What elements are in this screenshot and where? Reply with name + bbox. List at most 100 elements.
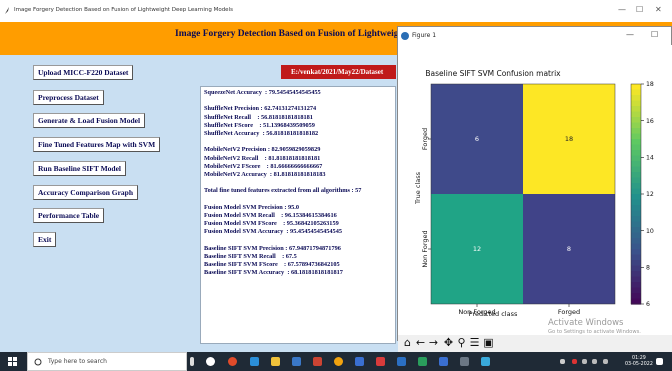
- app-feather-icon: [5, 7, 9, 14]
- colorbar-segment: [631, 172, 641, 179]
- network-icon[interactable]: [582, 359, 587, 364]
- figure-title: Figure 1: [412, 32, 437, 39]
- figure-toolbar: ⌂ ← → ✥ ⚲ ☰ ▣: [398, 335, 672, 352]
- colorbar-segment: [631, 216, 641, 223]
- preprocess-dataset-button[interactable]: Preprocess Dataset: [33, 90, 104, 105]
- colorbar-segment: [631, 205, 641, 212]
- colorbar-segment: [631, 133, 641, 140]
- colorbar-segment: [631, 276, 641, 283]
- file-explorer-icon[interactable]: [271, 357, 280, 366]
- colorbar-segment: [631, 254, 641, 261]
- tray-chevron-icon[interactable]: [560, 359, 565, 364]
- run-baseline-sift-button[interactable]: Run Baseline SIFT Model: [33, 161, 127, 176]
- colorbar-segment: [631, 139, 641, 146]
- volume-icon[interactable]: [592, 359, 597, 364]
- app-icon-2[interactable]: [355, 357, 364, 366]
- watermark-line2: Go to Settings to activate Windows.: [548, 329, 641, 335]
- fine-tuned-features-svm-button[interactable]: Fine Tuned Features Map with SVM: [33, 137, 161, 152]
- tray-app-icon[interactable]: [572, 359, 577, 364]
- cell-value-label: 18: [565, 135, 573, 143]
- pan-icon[interactable]: ✥: [442, 336, 455, 349]
- cell-value-label: 6: [475, 135, 479, 143]
- colorbar-segment: [631, 271, 641, 278]
- performance-table-button[interactable]: Performance Table: [33, 208, 105, 223]
- taskbar-search-input[interactable]: Type here to search: [27, 352, 187, 371]
- maximize-button[interactable]: ☐: [636, 5, 643, 14]
- colorbar-segment: [631, 84, 641, 91]
- search-placeholder: Type here to search: [48, 358, 107, 365]
- upload-dataset-button[interactable]: Upload MICC-F220 Dataset: [33, 65, 134, 80]
- python-icon[interactable]: [481, 357, 490, 366]
- chrome-icon[interactable]: [334, 357, 343, 366]
- colorbar-segment: [631, 100, 641, 107]
- app-icon-4[interactable]: [460, 357, 469, 366]
- forward-icon[interactable]: →: [427, 336, 440, 349]
- figure-maximize-button[interactable]: ☐: [651, 30, 658, 39]
- word-icon[interactable]: [397, 357, 406, 366]
- cell-value-label: 8: [567, 245, 571, 253]
- app-icon-1[interactable]: [313, 357, 322, 366]
- opera-icon[interactable]: [228, 357, 237, 366]
- results-text-area[interactable]: SqueezeNet Accuracy : 79.54545454545455 …: [200, 86, 396, 344]
- colorbar-tick-label: 10: [646, 228, 654, 235]
- watermark-line1: Activate Windows: [548, 318, 624, 328]
- y-tick-label: Forged: [421, 128, 429, 150]
- dataset-path-label: E:/venkat/2021/May22/Dataset: [281, 65, 396, 79]
- colorbar-segment: [631, 89, 641, 96]
- exit-button[interactable]: Exit: [33, 232, 57, 247]
- colorbar-segment: [631, 199, 641, 206]
- notification-icon[interactable]: [656, 358, 663, 365]
- colorbar-segment: [631, 249, 641, 256]
- colorbar-tick-label: 6: [646, 301, 650, 308]
- colorbar-segment: [631, 188, 641, 195]
- x-tick-label: Non Forged: [458, 308, 495, 316]
- taskbar: Type here to search 01:29 03-05-2022: [0, 352, 672, 371]
- home-icon[interactable]: ⌂: [401, 336, 414, 349]
- colorbar-segment: [631, 298, 641, 305]
- pdf-icon[interactable]: [376, 357, 385, 366]
- task-view-icon[interactable]: [206, 357, 215, 366]
- colorbar-segment: [631, 210, 641, 217]
- edge-icon[interactable]: [250, 357, 259, 366]
- excel-icon[interactable]: [418, 357, 427, 366]
- plot-area: Baseline SIFT SVM Confusion matrix Predi…: [398, 45, 672, 339]
- language-icon[interactable]: [603, 359, 608, 364]
- clock-date: 03-05-2022: [625, 362, 653, 367]
- back-icon[interactable]: ←: [414, 336, 427, 349]
- microphone-icon[interactable]: [190, 357, 194, 366]
- close-button[interactable]: ✕: [655, 5, 662, 14]
- colorbar-segment: [631, 106, 641, 113]
- generate-fusion-model-button[interactable]: Generate & Load Fusion Model: [33, 113, 146, 128]
- figure-minimize-button[interactable]: —: [626, 30, 634, 39]
- colorbar-segment: [631, 260, 641, 267]
- chart-title: Baseline SIFT SVM Confusion matrix: [425, 69, 561, 78]
- colorbar-segment: [631, 177, 641, 184]
- confusion-matrix-chart: Baseline SIFT SVM Confusion matrix Predi…: [414, 69, 654, 318]
- colorbar-tick-label: 16: [646, 118, 654, 125]
- store-icon[interactable]: [292, 357, 301, 366]
- colorbar-segment: [631, 282, 641, 289]
- x-tick-label: Forged: [558, 308, 580, 316]
- zoom-icon[interactable]: ⚲: [455, 336, 468, 349]
- cell-value-label: 12: [473, 245, 481, 253]
- y-axis-label: True class: [414, 171, 422, 205]
- colorbar-tick-label: 14: [646, 155, 654, 162]
- colorbar-segment: [631, 293, 641, 300]
- colorbar-segment: [631, 238, 641, 245]
- app-icon-3[interactable]: [439, 357, 448, 366]
- colorbar-tick-label: 8: [646, 265, 650, 272]
- colorbar-segment: [631, 128, 641, 135]
- figure-titlebar: Figure 1 — ☐: [398, 27, 671, 45]
- configure-icon[interactable]: ☰: [468, 336, 481, 349]
- y-tick-label: Non Forged: [421, 230, 429, 267]
- minimize-button[interactable]: —: [618, 5, 626, 14]
- colorbar-segment: [631, 287, 641, 294]
- figure-app-icon: [401, 32, 409, 40]
- accuracy-comparison-graph-button[interactable]: Accuracy Comparison Graph: [33, 185, 138, 200]
- colorbar-segment: [631, 122, 641, 129]
- taskbar-clock[interactable]: 01:29 03-05-2022: [625, 356, 653, 368]
- colorbar-segment: [631, 155, 641, 162]
- save-icon[interactable]: ▣: [482, 336, 495, 349]
- colorbar-segment: [631, 232, 641, 239]
- windows-start-icon[interactable]: [8, 357, 17, 366]
